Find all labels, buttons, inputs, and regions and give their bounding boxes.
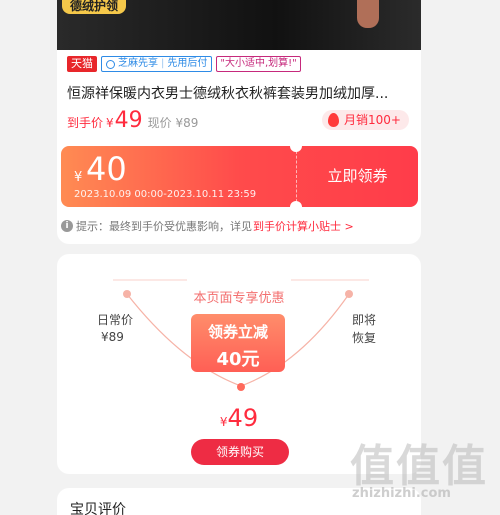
offer-price-value: 49: [227, 404, 259, 432]
zhima-logo-icon: [106, 59, 115, 69]
regular-price-value: ¥89: [101, 330, 124, 344]
fire-icon: [328, 113, 340, 127]
discount-box-label: 领券立减: [207, 323, 268, 341]
regular-price-label: 日常价: [97, 313, 134, 327]
coupon-currency: ¥: [74, 170, 83, 185]
watermark-domain: zhizhizhi.com: [352, 486, 451, 501]
discount-box: 领券立减 40元: [191, 314, 285, 372]
site-watermark: 值值值 zhizhizhi.com: [350, 430, 500, 515]
claim-coupon-button[interactable]: 立即领券: [297, 146, 418, 207]
discount-box-amount: 40元: [216, 349, 260, 370]
coupon-ticket[interactable]: ¥ 40 2023.10.09 00:00-2023.10.11 23:59 立…: [61, 146, 418, 207]
product-image-banner[interactable]: 德绒护领: [57, 0, 421, 50]
coupon-validity: 2023.10.09 00:00-2023.10.11 23:59: [74, 189, 257, 200]
original-price: 现价 ¥89: [147, 116, 199, 130]
reviews-title[interactable]: 宝贝评价: [70, 499, 126, 515]
tmall-badge: 天猫: [67, 56, 97, 72]
slogan-badge: "大小适中,划算!": [216, 56, 301, 72]
zhima-label-b: 先用后付: [167, 58, 208, 69]
restore-label-1: 即将: [352, 313, 377, 327]
product-title[interactable]: 恒源祥保暖内衣男士德绒秋衣秋裤套装男加绒加厚...: [67, 83, 417, 103]
buy-with-coupon-button[interactable]: 领券购买: [191, 439, 289, 465]
price-row: 到手价 ¥ 49 现价 ¥89: [67, 108, 198, 133]
restore-label-2: 恢复: [352, 331, 377, 345]
coupon-amount: 40: [86, 150, 127, 188]
sales-badge: 月销100+: [322, 110, 409, 130]
offer-final-price: ¥49: [57, 404, 421, 432]
product-card: 德绒护领 天猫 芝麻先享 | 先用后付 "大小适中,划算!" 恒源祥保暖内衣男士…: [57, 0, 421, 244]
zhima-badge: 芝麻先享 | 先用后付: [101, 56, 213, 72]
offer-title: 本页面专享优惠: [193, 291, 285, 306]
zhima-label-a: 芝麻先享: [118, 58, 158, 69]
badge-row: 天猫 芝麻先享 | 先用后付 "大小适中,划算!": [67, 56, 301, 72]
offer-currency: ¥: [219, 415, 228, 429]
info-icon: i: [61, 220, 73, 232]
price-tips-link[interactable]: 到手价计算小贴士 >: [253, 218, 354, 234]
tip-text: 提示：最终到手价受优惠影响，详见: [76, 220, 252, 233]
hand-image-icon: [357, 0, 379, 28]
price-label: 到手价: [67, 116, 104, 130]
price-tip: i 提示：最终到手价受优惠影响，详见 到手价计算小贴士 >: [61, 218, 354, 234]
watermark-logo: 值值值: [350, 441, 488, 492]
zhima-separator: |: [161, 58, 165, 69]
price-currency: ¥: [106, 116, 114, 130]
banner-tag: 德绒护领: [62, 0, 127, 14]
sales-count: 月销100+: [344, 113, 401, 127]
final-price: 49: [114, 108, 143, 133]
